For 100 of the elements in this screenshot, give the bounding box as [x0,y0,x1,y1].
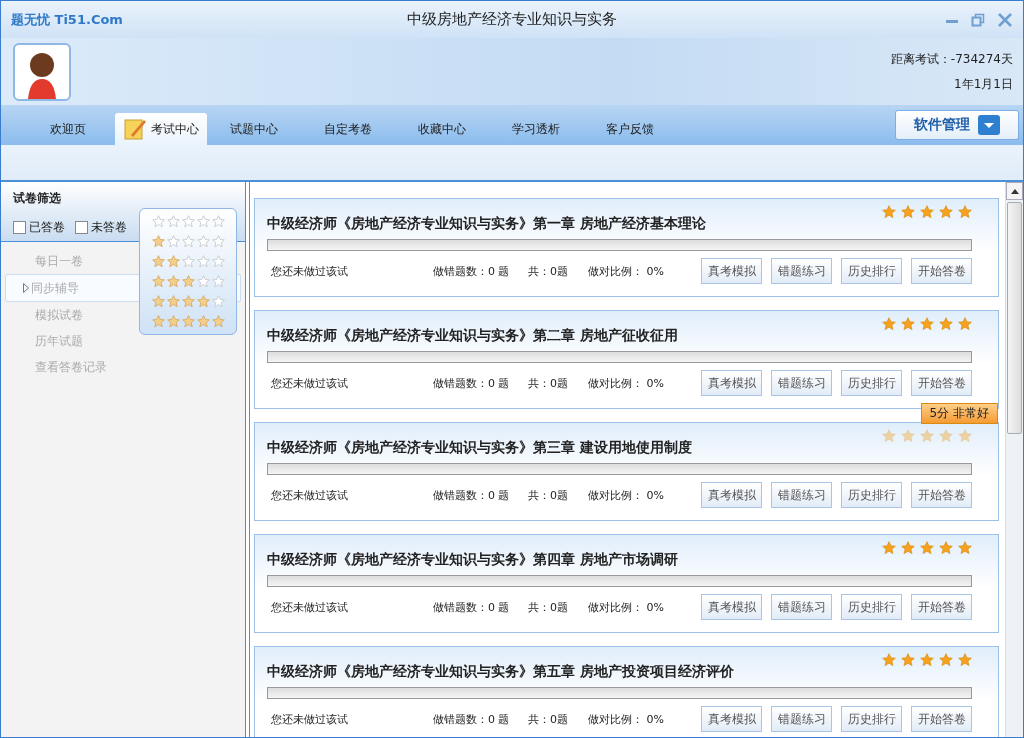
action-button[interactable]: 真考模拟 [701,706,762,732]
total-count: 共：0题 [528,263,569,279]
star-icon[interactable] [958,205,972,219]
total-count: 共：0题 [528,599,569,615]
star-icon [152,255,165,268]
star-icon[interactable] [958,317,972,331]
correct-ratio: 做对比例： 0% [588,487,665,503]
dropdown-icon [978,115,1000,135]
star-icon[interactable] [920,541,934,555]
action-button[interactable]: 开始答卷 [911,706,972,732]
star-icon[interactable] [882,317,896,331]
action-button[interactable]: 真考模拟 [701,370,762,396]
action-button[interactable]: 错题练习 [771,706,832,732]
action-button[interactable]: 历史排行 [841,482,902,508]
star-icon [152,315,165,328]
star-icon[interactable] [901,317,915,331]
rating-tooltip: 5分 非常好 [920,403,998,424]
paper-title[interactable]: 中级经济师《房地产经济专业知识与实务》第二章 房地产征收征用 [267,327,678,349]
triangle-icon [23,283,29,293]
action-button[interactable]: 错题练习 [771,482,832,508]
star-icon [167,315,180,328]
filter-title: 试卷筛选 [13,191,61,205]
exam-countdown: 距离考试：-734274天 [890,50,1013,68]
star-icon[interactable] [939,653,953,667]
star-icon[interactable] [939,205,953,219]
star-icon [182,275,195,288]
app-logo: 题无忧 Ti51.Com [11,10,124,29]
star-icon[interactable] [882,205,896,219]
paper-title[interactable]: 中级经济师《房地产经济专业知识与实务》第五章 房地产投资项目经济评价 [267,663,734,685]
status-text: 您还未做过该试 [270,711,349,727]
action-button[interactable]: 历史排行 [841,594,902,620]
action-button[interactable]: 历史排行 [841,706,902,732]
checkbox[interactable] [13,221,26,234]
star-icon [167,275,180,288]
nav-tab[interactable]: 学习透析 [489,113,583,145]
star-icon [152,215,165,228]
status-text: 您还未做过该试 [270,599,349,615]
star-icon [212,295,225,308]
notepad-icon [123,117,147,141]
star-icon[interactable] [920,317,934,331]
star-icon [182,235,195,248]
star-icon [212,235,225,248]
action-button[interactable]: 开始答卷 [911,370,972,396]
action-button[interactable]: 错题练习 [771,594,832,620]
star-icon[interactable] [901,205,915,219]
action-button[interactable]: 真考模拟 [701,482,762,508]
nav-tab[interactable]: 自定考卷 [301,113,395,145]
star-icon [197,275,210,288]
avatar-icon [13,42,71,101]
nav-tab[interactable]: 收藏中心 [395,113,489,145]
star-icon [167,255,180,268]
exam-date: 1年1月1日 [954,75,1013,93]
star-icon[interactable] [920,653,934,667]
close-icon[interactable] [997,11,1013,28]
star-icon[interactable] [939,317,953,331]
action-button[interactable]: 开始答卷 [911,258,972,284]
star-icon[interactable] [958,541,972,555]
star-icon [152,295,165,308]
star-icon[interactable] [958,653,972,667]
software-menu-button[interactable]: 软件管理 [895,110,1019,140]
star-icon [212,275,225,288]
paper-title[interactable]: 中级经济师《房地产经济专业知识与实务》第三章 建设用地使用制度 [267,439,692,461]
nav-tab[interactable]: 试题中心 [207,113,301,145]
paper-title[interactable]: 中级经济师《房地产经济专业知识与实务》第一章 房地产经济基本理论 [267,215,706,237]
action-button[interactable]: 真考模拟 [701,594,762,620]
action-button[interactable]: 开始答卷 [911,594,972,620]
action-button[interactable]: 错题练习 [771,370,832,396]
checkbox[interactable] [75,221,88,234]
scroll-thumb[interactable] [1007,202,1022,434]
star-icon[interactable] [920,205,934,219]
star-icon [197,295,210,308]
window-title: 中级房地产经济专业知识与实务 [406,10,618,29]
action-button[interactable]: 真考模拟 [701,258,762,284]
star-icon [152,235,165,248]
star-icon [212,255,225,268]
star-icon[interactable] [882,541,896,555]
action-button[interactable]: 开始答卷 [911,482,972,508]
scroll-up-button[interactable] [1006,182,1023,200]
wrong-count: 做错题数：0 题 [433,263,511,279]
scrollbar[interactable] [1005,182,1023,737]
action-button[interactable]: 错题练习 [771,258,832,284]
restore-icon[interactable] [971,12,985,27]
status-text: 您还未做过该试 [270,487,349,503]
star-icon [182,215,195,228]
action-button[interactable]: 历史排行 [841,370,902,396]
status-text: 您还未做过该试 [270,263,349,279]
action-button[interactable]: 历史排行 [841,258,902,284]
checkbox-label: 未答卷 [91,219,127,236]
star-icon [197,215,210,228]
star-icon[interactable] [901,653,915,667]
paper-title[interactable]: 中级经济师《房地产经济专业知识与实务》第四章 房地产市场调研 [267,551,678,573]
star-icon[interactable] [939,541,953,555]
nav-tab[interactable]: 客户反馈 [583,113,677,145]
correct-ratio: 做对比例： 0% [588,263,665,279]
wrong-count: 做错题数：0 题 [433,375,511,391]
star-icon [167,215,180,228]
nav-tab[interactable]: 欢迎页 [21,113,115,145]
star-icon[interactable] [901,541,915,555]
nav-tab[interactable]: 考试中心 [115,113,207,145]
star-icon[interactable] [882,653,896,667]
